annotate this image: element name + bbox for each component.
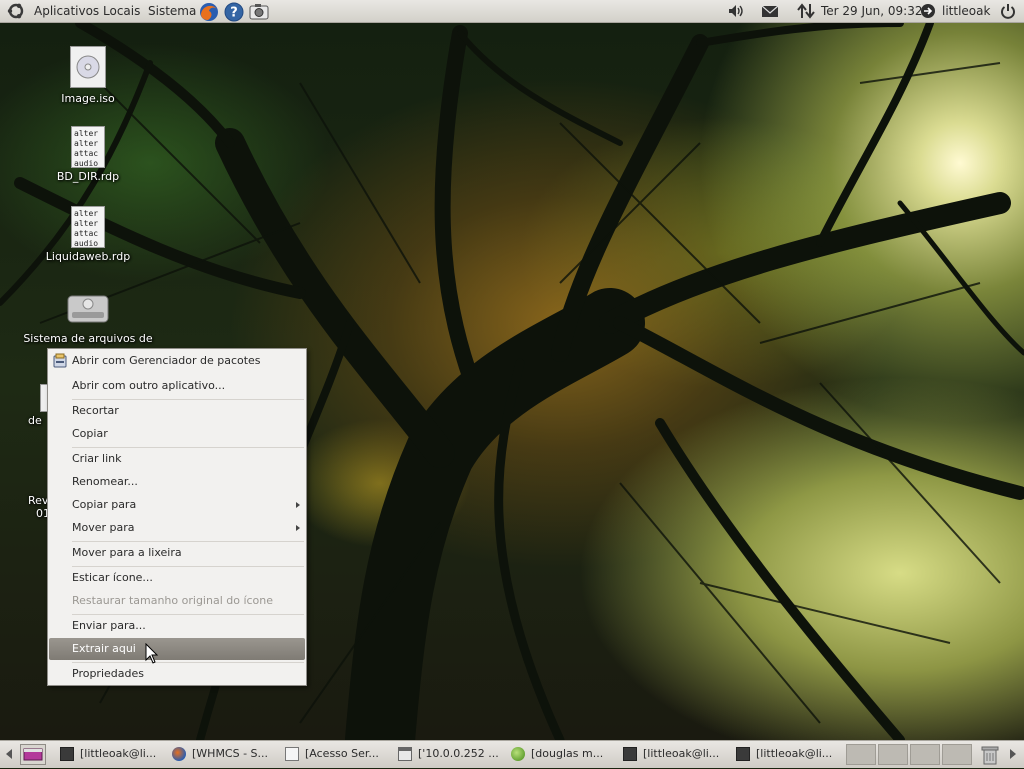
text-editor-icon <box>285 747 299 761</box>
menu-aplicativos[interactable]: Aplicativos <box>34 0 99 22</box>
menu-item-stretch-icon[interactable]: Esticar ícone... <box>48 567 306 589</box>
menu-item-label: Renomear... <box>72 475 138 488</box>
taskbar-item-whmcs[interactable]: [WHMCS - S... <box>168 743 280 765</box>
menu-item-label: Restaurar tamanho original do ícone <box>72 594 274 607</box>
submenu-arrow-icon <box>296 502 300 508</box>
menu-item-label: Copiar para <box>72 498 137 511</box>
menu-sistema[interactable]: Sistema <box>148 0 196 22</box>
taskbar-item-label: [Acesso Ser... <box>305 747 379 760</box>
terminal-icon <box>736 747 750 761</box>
menu-item-cut[interactable]: Recortar <box>48 400 306 422</box>
terminal-icon <box>623 747 637 761</box>
menu-item-move-to[interactable]: Mover para <box>48 517 306 539</box>
disc-image-icon <box>70 46 106 88</box>
screenshot-icon[interactable] <box>248 2 270 20</box>
file-preview-line: alter <box>74 219 99 228</box>
desktop-icon-label: Image.iso <box>61 92 115 105</box>
taskbar-item-terminal-2[interactable]: [littleoak@li... <box>619 743 731 765</box>
menu-item-label: Extrair aqui <box>72 642 136 655</box>
file-preview-line: alter <box>74 129 99 138</box>
menu-item-label: Mover para <box>72 521 135 534</box>
trash-icon[interactable] <box>980 744 1000 766</box>
power-icon[interactable] <box>998 2 1018 20</box>
text-file-icon: alter alter attac audio <box>71 206 105 248</box>
window-icon <box>398 747 412 761</box>
svg-text:?: ? <box>230 6 238 21</box>
menu-item-rename[interactable]: Renomear... <box>48 471 306 493</box>
menu-item-label: Propriedades <box>72 667 144 680</box>
context-menu: Abrir com Gerenciador de pacotes Abrir c… <box>47 348 307 686</box>
taskbar-item-remote[interactable]: ['10.0.0.252 ... <box>394 743 506 765</box>
user-status-icon[interactable] <box>918 2 938 20</box>
network-icon[interactable] <box>796 2 816 20</box>
menu-item-properties[interactable]: Propriedades <box>48 663 306 685</box>
menu-item-label: Esticar ícone... <box>72 571 153 584</box>
taskbar-item-acesso[interactable]: [Acesso Ser... <box>281 743 393 765</box>
file-preview-line: alter <box>74 139 99 148</box>
taskbar-item-label: [littleoak@li... <box>756 747 833 760</box>
file-preview-line: attac <box>74 149 99 158</box>
firefox-icon[interactable] <box>198 2 220 21</box>
taskbar-item-label: [littleoak@li... <box>80 747 157 760</box>
clock[interactable]: Ter 29 Jun, 09:32 <box>821 0 922 22</box>
submenu-arrow-icon <box>296 525 300 531</box>
file-preview-line: audio <box>74 159 99 168</box>
taskbar-item-label: [douglas m... <box>531 747 604 760</box>
menu-item-extract-here[interactable]: Extrair aqui <box>49 638 305 660</box>
scroll-left-icon[interactable] <box>2 745 16 763</box>
desktop-icon-image-iso[interactable]: Image.iso <box>48 46 128 105</box>
taskbar-item-label: [littleoak@li... <box>643 747 720 760</box>
desktop-icon-label: Sistema de arquivos de <box>23 332 153 345</box>
workspace-4[interactable] <box>942 744 972 765</box>
menu-item-label: Abrir com outro aplicativo... <box>72 379 226 392</box>
file-preview-line: alter <box>74 209 99 218</box>
desktop-icon-liquidaweb-rdp[interactable]: alter alter attac audio Liquidaweb.rdp <box>43 206 133 263</box>
taskbar-item-label: ['10.0.0.252 ... <box>418 747 499 760</box>
mouse-cursor-icon <box>145 642 159 665</box>
workspace-3[interactable] <box>910 744 940 765</box>
menu-item-move-to-trash[interactable]: Mover para a lixeira <box>48 542 306 564</box>
menu-item-label: Mover para a lixeira <box>72 546 182 559</box>
menu-locais[interactable]: Locais <box>103 0 140 22</box>
taskbar-item-chat[interactable]: [douglas m... <box>507 743 619 765</box>
menu-item-open-other-app[interactable]: Abrir com outro aplicativo... <box>48 375 306 397</box>
menu-item-open-package-manager[interactable]: Abrir com Gerenciador de pacotes <box>48 350 306 372</box>
menu-item-restore-icon-size: Restaurar tamanho original do ícone <box>48 590 306 612</box>
text-file-icon: alter alter attac audio <box>71 126 105 168</box>
taskbar-item-label: [WHMCS - S... <box>192 747 269 760</box>
menu-item-label: Criar link <box>72 452 122 465</box>
menu-item-label: Copiar <box>72 427 108 440</box>
user-name[interactable]: littleoak <box>942 0 990 22</box>
menu-item-copy[interactable]: Copiar <box>48 423 306 445</box>
file-preview-line: attac <box>74 229 99 238</box>
mail-icon[interactable] <box>760 2 780 20</box>
ubuntu-logo-icon[interactable] <box>6 2 26 20</box>
menu-item-create-link[interactable]: Criar link <box>48 448 306 470</box>
menu-item-label: Enviar para... <box>72 619 146 632</box>
terminal-icon <box>60 747 74 761</box>
scroll-right-icon[interactable] <box>1006 745 1020 763</box>
desktop-icon-bd-dir-rdp[interactable]: alter alter attac audio BD_DIR.rdp <box>48 126 128 183</box>
hard-drive-icon <box>66 292 110 326</box>
bottom-panel: [littleoak@li... [WHMCS - S... [Acesso S… <box>0 740 1024 768</box>
taskbar-item-terminal-1[interactable]: [littleoak@li... <box>56 743 168 765</box>
volume-icon[interactable] <box>726 2 746 20</box>
top-panel: Aplicativos Locais Sistema ? Ter 29 Jun,… <box>0 0 1024 23</box>
help-icon[interactable]: ? <box>223 2 245 22</box>
menu-item-copy-to[interactable]: Copiar para <box>48 494 306 516</box>
chat-icon <box>511 747 525 761</box>
taskbar-item-terminal-3[interactable]: [littleoak@li... <box>732 743 844 765</box>
package-manager-icon <box>52 353 68 369</box>
menu-item-label: Recortar <box>72 404 119 417</box>
desktop-icon-label: BD_DIR.rdp <box>56 170 120 183</box>
workspace-1[interactable] <box>846 744 876 765</box>
desktop-icon-filesystem[interactable]: Sistema de arquivos de <box>18 292 158 345</box>
menu-item-send-to[interactable]: Enviar para... <box>48 615 306 637</box>
menu-item-label: Abrir com Gerenciador de pacotes <box>72 354 261 367</box>
workspace-2[interactable] <box>878 744 908 765</box>
show-desktop-icon[interactable] <box>20 744 46 765</box>
desktop-icon-label: Liquidaweb.rdp <box>45 250 131 263</box>
firefox-icon <box>172 747 186 761</box>
file-preview-line: audio <box>74 239 99 248</box>
